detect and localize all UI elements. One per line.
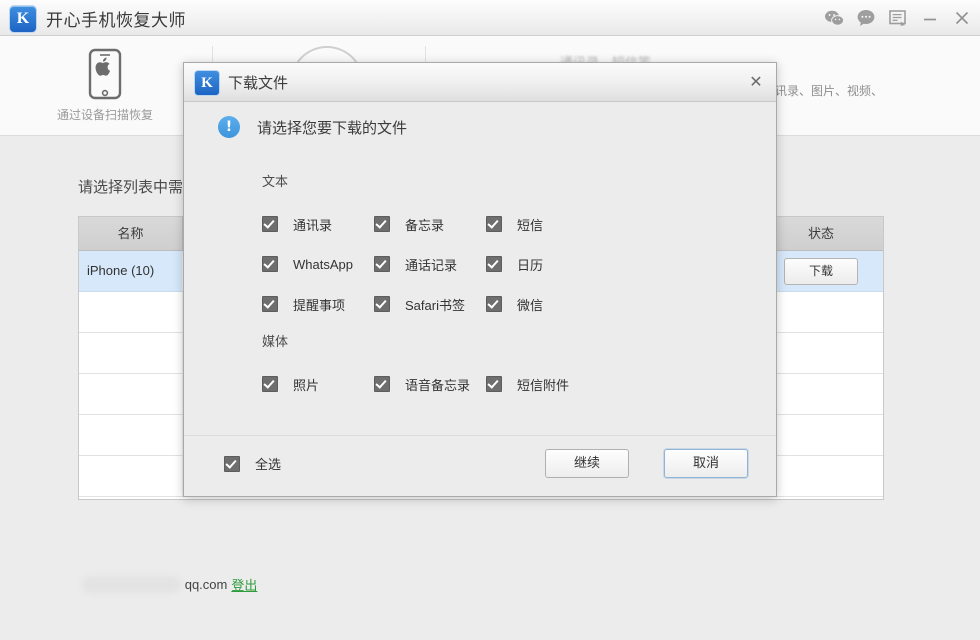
- account-email-suffix: qq.com: [184, 577, 228, 592]
- checkbox-box: [374, 216, 390, 232]
- checkbox-box: [262, 256, 278, 272]
- checkbox-box: [262, 376, 278, 392]
- checkbox-box: [486, 216, 502, 232]
- checkbox-reminders[interactable]: 提醒事项: [262, 284, 374, 324]
- checkbox-label: 短信: [517, 217, 544, 233]
- cell-status: [759, 415, 883, 455]
- checkbox-calendar[interactable]: 日历: [486, 244, 598, 284]
- chat-bubble-icon[interactable]: [856, 8, 876, 28]
- group-text: 文本 通讯录 备忘录 短信 WhatsApp 通话记录 日历 提醒事项 Safa…: [262, 171, 662, 324]
- checkbox-box: [486, 296, 502, 312]
- checkbox-box: [224, 455, 240, 472]
- table-col-status: 状态: [807, 226, 834, 241]
- checkbox-select-all[interactable]: 全选: [224, 454, 281, 473]
- cell-status: [759, 292, 883, 332]
- checkbox-label: 提醒事项: [293, 297, 346, 313]
- checkbox-voice-memos[interactable]: 语音备忘录: [374, 364, 486, 404]
- cell-status: [759, 333, 883, 373]
- cell-status: [759, 374, 883, 414]
- checkbox-sms[interactable]: 短信: [486, 204, 598, 244]
- checkbox-box: [486, 376, 502, 392]
- cell-name: [79, 292, 183, 332]
- iphone-device-icon: [85, 48, 125, 102]
- download-files-dialog: K 下载文件 ✕ ! 请选择您要下载的文件 文本 通讯录 备忘录 短信 What…: [183, 62, 777, 497]
- app-logo-icon: K: [9, 5, 37, 33]
- source-background-text-right: 讯录、图片、视频、: [775, 84, 884, 98]
- checkbox-wechat[interactable]: 微信: [486, 284, 598, 324]
- checkbox-photos[interactable]: 照片: [262, 364, 374, 404]
- app-title: 开心手机恢复大师: [46, 11, 186, 30]
- cell-name: [79, 415, 183, 455]
- dialog-action-bar: 全选 继续 取消: [184, 435, 776, 496]
- dialog-prompt-row: ! 请选择您要下载的文件: [184, 101, 776, 153]
- checkbox-notes[interactable]: 备忘录: [374, 204, 486, 244]
- dialog-logo-icon: K: [194, 70, 220, 96]
- logout-link[interactable]: 登出: [231, 575, 257, 594]
- checkbox-box: [374, 296, 390, 312]
- checkbox-label: 通讯录: [293, 217, 333, 233]
- checkbox-label: 微信: [517, 297, 544, 313]
- checkbox-label: WhatsApp: [293, 256, 353, 272]
- continue-button[interactable]: 继续: [545, 449, 629, 478]
- window-title-bar: K 开心手机恢复大师: [0, 0, 980, 36]
- cell-name: [79, 333, 183, 373]
- checkbox-label: 通话记录: [405, 257, 458, 273]
- list-hint-text: 请选择列表中需: [78, 179, 184, 196]
- cell-status: [759, 456, 883, 496]
- checkbox-box: [262, 216, 278, 232]
- checkbox-contacts[interactable]: 通讯录: [262, 204, 374, 244]
- source-item-device[interactable]: 通过设备扫描恢复: [5, 48, 205, 123]
- source-item-device-label: 通过设备扫描恢复: [56, 108, 153, 122]
- checkbox-label: 备忘录: [405, 217, 445, 233]
- group-text-checkboxes: 通讯录 备忘录 短信 WhatsApp 通话记录 日历 提醒事项 Safari书…: [262, 204, 662, 324]
- account-email-masked: XXXXXXXXXX: [82, 576, 181, 593]
- close-icon[interactable]: [952, 8, 972, 28]
- window-controls: [824, 0, 972, 36]
- checkbox-label: 语音备忘录: [405, 377, 471, 393]
- cancel-button[interactable]: 取消: [664, 449, 748, 478]
- table-col-name: 名称: [79, 217, 183, 250]
- cell-name: iPhone (10): [79, 251, 183, 291]
- checkbox-label: 照片: [293, 377, 320, 393]
- dialog-prompt-text: 请选择您要下载的文件: [257, 119, 408, 137]
- info-icon: !: [218, 116, 240, 138]
- checkbox-call-history[interactable]: 通话记录: [374, 244, 486, 284]
- account-footer: XXXXXXXXXX qq.com 登出: [82, 575, 257, 594]
- checkbox-sms-attachments[interactable]: 短信附件: [486, 364, 598, 404]
- app-window: K 开心手机恢复大师 通过设备扫描恢复 讯录、图片、视频、 请选择列表中需 名称…: [0, 0, 980, 640]
- group-media-checkboxes: 照片 语音备忘录 短信附件: [262, 364, 662, 404]
- dialog-title: 下载文件: [228, 75, 289, 92]
- checkbox-safari-bookmarks[interactable]: Safari书签: [374, 284, 486, 324]
- checkbox-box: [486, 256, 502, 272]
- cell-name: [79, 374, 183, 414]
- group-media: 媒体 照片 语音备忘录 短信附件: [262, 331, 662, 404]
- checkbox-box: [374, 256, 390, 272]
- checkbox-whatsapp[interactable]: WhatsApp: [262, 244, 374, 284]
- cell-status: 下载: [759, 251, 883, 291]
- checkbox-box: [374, 376, 390, 392]
- dialog-close-icon[interactable]: ✕: [746, 72, 766, 92]
- checkbox-label: 日历: [517, 257, 544, 273]
- minimize-icon[interactable]: [920, 8, 940, 28]
- feedback-icon[interactable]: [888, 8, 908, 28]
- checkbox-label: Safari书签: [405, 297, 465, 313]
- group-text-title: 文本: [262, 174, 289, 189]
- dialog-title-bar: K 下载文件 ✕: [184, 63, 776, 102]
- group-media-title: 媒体: [262, 334, 289, 349]
- download-button[interactable]: 下载: [784, 258, 858, 285]
- wechat-icon[interactable]: [824, 8, 844, 28]
- select-all-label: 全选: [255, 457, 282, 472]
- cell-name: [79, 456, 183, 496]
- checkbox-box: [262, 296, 278, 312]
- checkbox-label: 短信附件: [517, 377, 570, 393]
